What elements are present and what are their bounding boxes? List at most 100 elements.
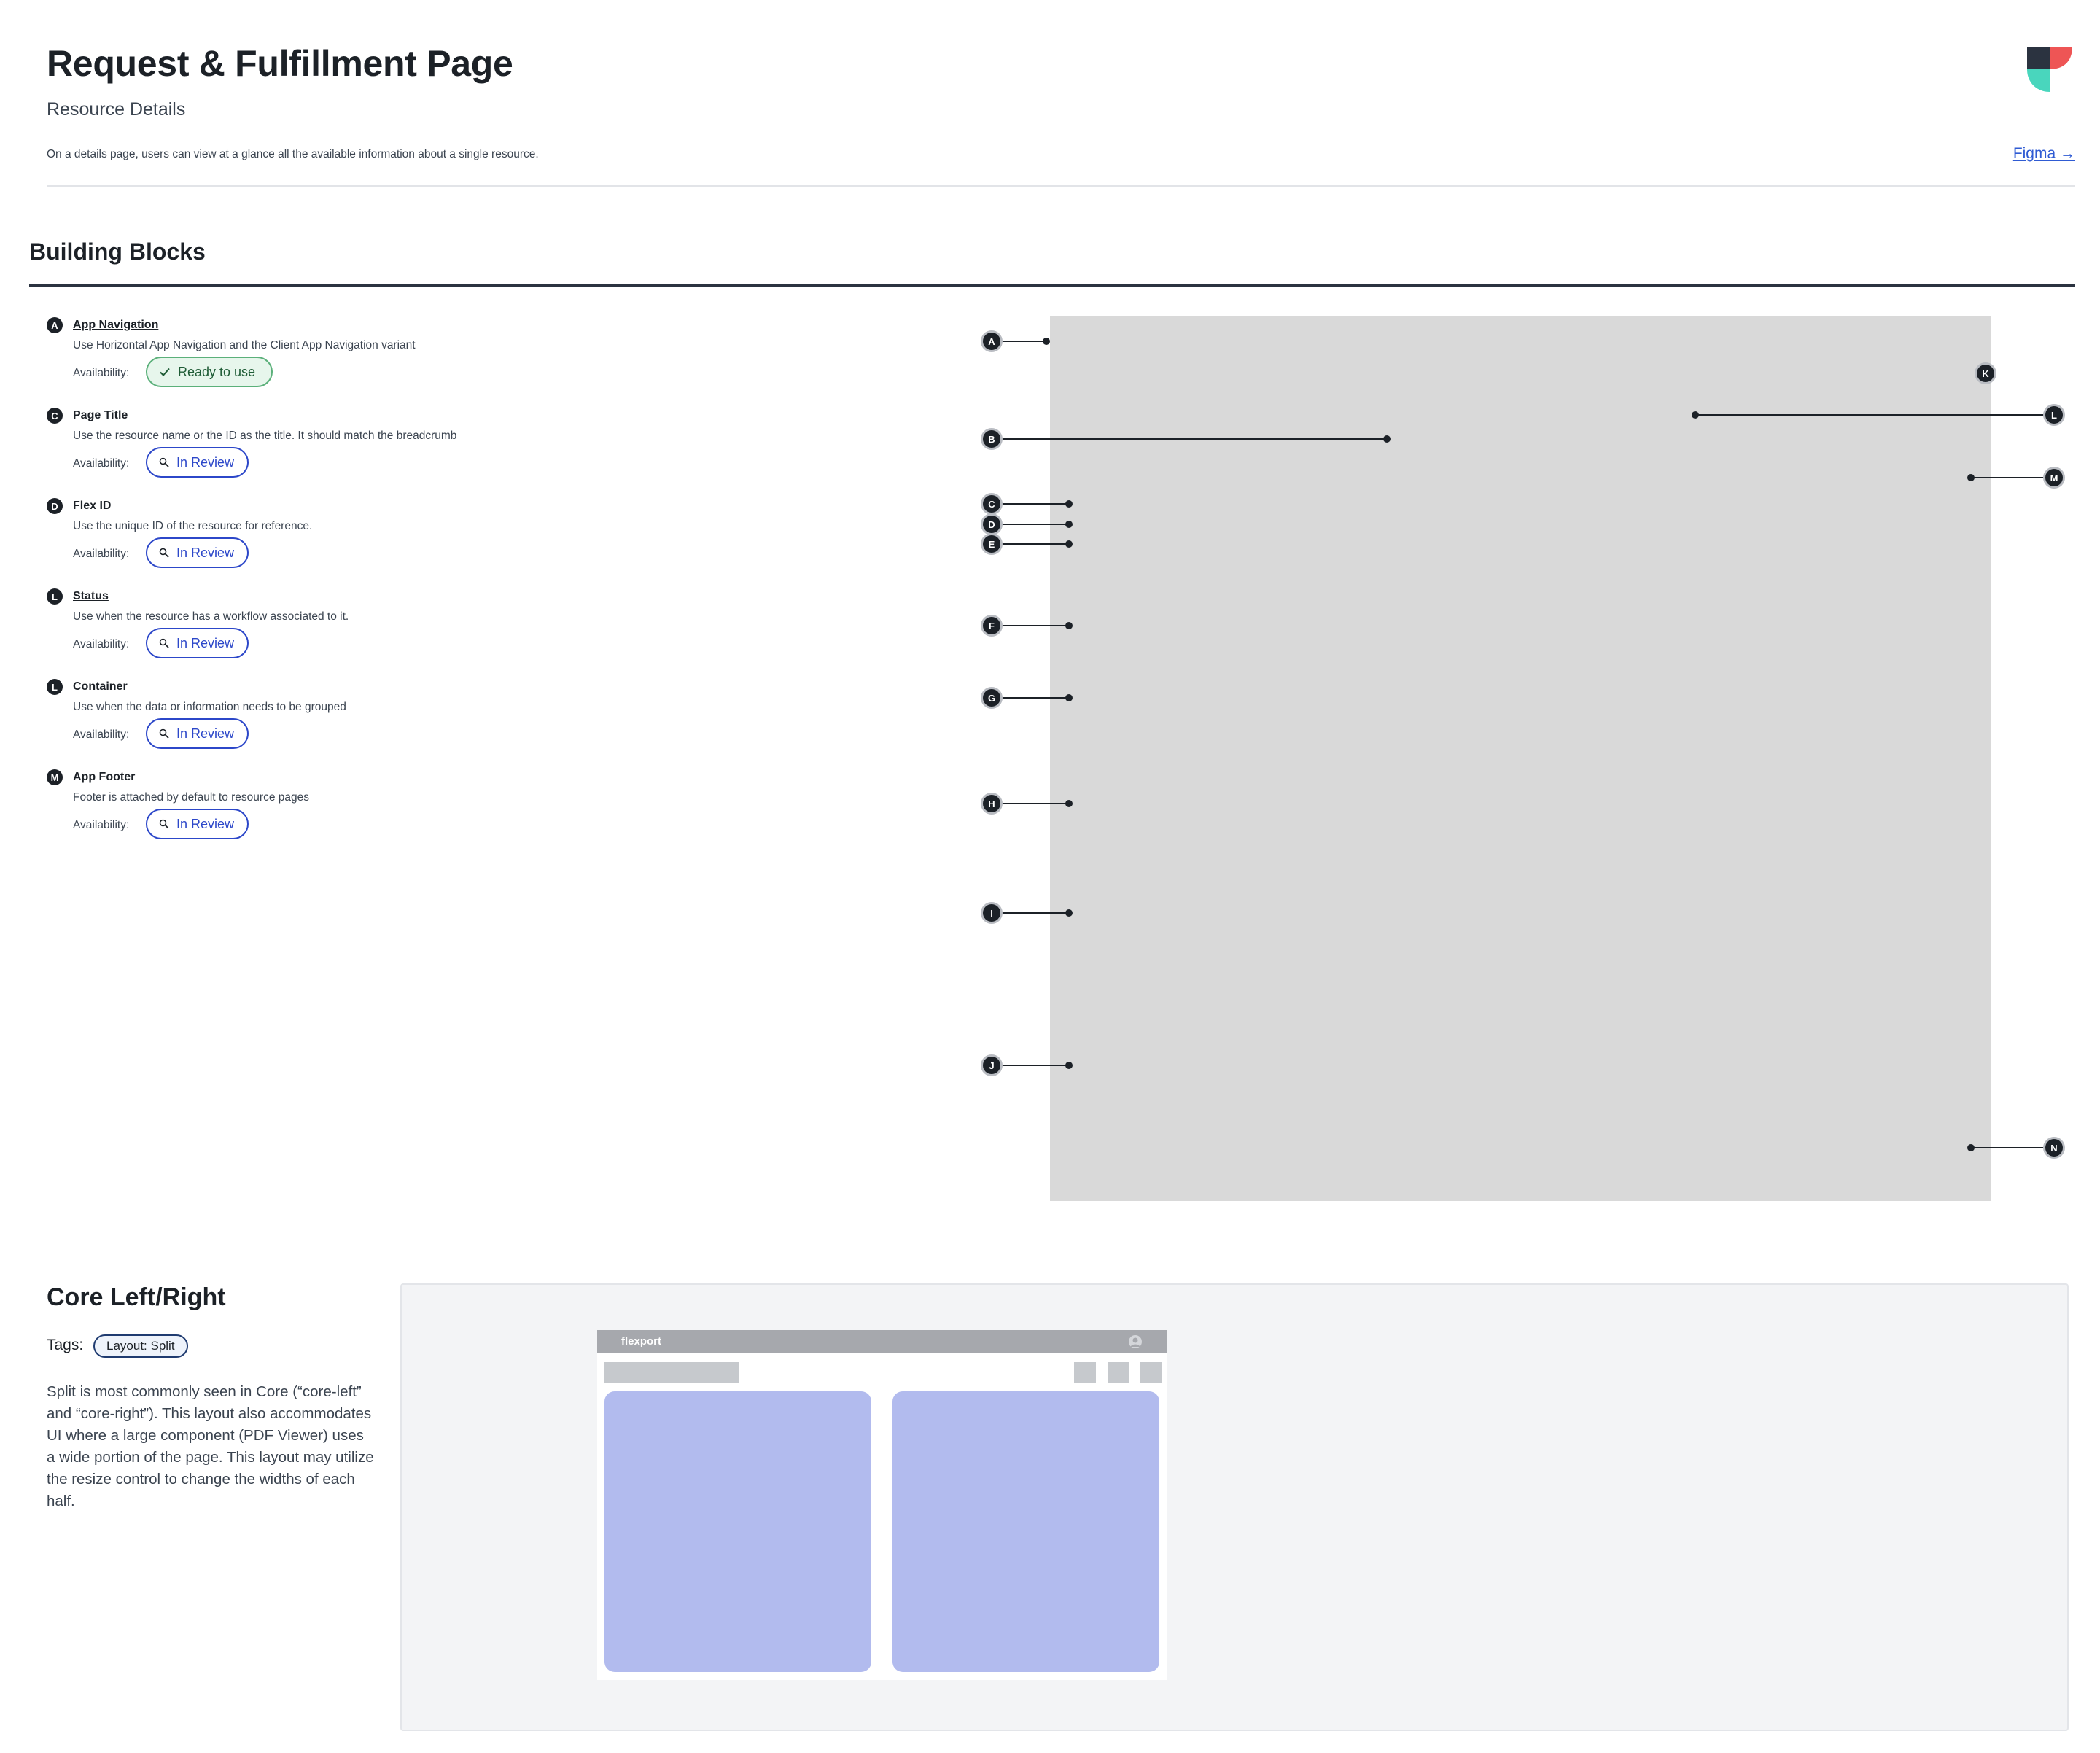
tags-label: Tags: <box>47 1337 84 1353</box>
mock-core-left-panel <box>604 1391 871 1672</box>
block-description: Use the unique ID of the resource for re… <box>73 520 313 532</box>
block-description: Use when the resource has a workflow ass… <box>73 610 349 623</box>
block-badge: A <box>47 317 63 333</box>
layout-diagram-canvas <box>1050 316 1991 1201</box>
block-name: Page Title <box>73 409 128 421</box>
callout-leader <box>1000 912 1069 914</box>
callout-leader <box>1695 414 2045 416</box>
callout-j: J <box>983 1057 1000 1074</box>
callout-m: M <box>2045 469 2063 486</box>
status-pill-in-review[interactable]: In Review <box>146 718 249 749</box>
search-icon <box>159 728 169 739</box>
availability-label: Availability: <box>73 457 130 470</box>
status-label: Ready to use <box>178 364 256 379</box>
status-label: In Review <box>176 726 235 741</box>
tag-pill[interactable]: Layout: Split <box>93 1334 188 1358</box>
callout-g: G <box>983 689 1000 707</box>
header-divider <box>47 185 2075 187</box>
mock-page-title <box>604 1362 739 1383</box>
core-title: Core Left/Right <box>47 1283 226 1311</box>
callout-leader <box>1000 524 1069 525</box>
availability-label: Availability: <box>73 819 130 831</box>
callout-k: K <box>1977 365 1994 382</box>
callout-anchor <box>1065 540 1073 548</box>
callout-e: E <box>983 535 1000 553</box>
callout-anchor <box>1967 1144 1975 1151</box>
building-blocks-title: Building Blocks <box>29 238 206 265</box>
block-name: Container <box>73 680 128 693</box>
callout-anchor <box>1065 622 1073 629</box>
callout-leader <box>1971 477 2045 478</box>
status-pill-in-review[interactable]: In Review <box>146 447 249 478</box>
mock-avatar-icon <box>1128 1334 1143 1349</box>
status-label: In Review <box>176 816 235 831</box>
callout-leader <box>1000 503 1069 505</box>
callout-anchor <box>1065 694 1073 701</box>
mock-app-navigation: flexport <box>597 1330 1167 1353</box>
callout-anchor <box>1065 521 1073 528</box>
block-badge: L <box>47 588 63 605</box>
callout-anchor <box>1043 338 1050 345</box>
mock-action-button <box>1108 1362 1129 1383</box>
building-blocks-divider <box>29 284 2075 287</box>
availability-label: Availability: <box>73 367 130 379</box>
callout-leader <box>1000 1065 1069 1066</box>
mock-action-button <box>1140 1362 1162 1383</box>
availability-label: Availability: <box>73 548 130 560</box>
block-description: Use the resource name or the ID as the t… <box>73 429 457 442</box>
callout-leader <box>1000 438 1387 440</box>
callout-leader <box>1000 625 1069 626</box>
block-name[interactable]: App Navigation <box>73 319 158 332</box>
callout-anchor <box>1065 909 1073 917</box>
block-name[interactable]: Status <box>73 590 109 603</box>
callout-n: N <box>2045 1139 2063 1157</box>
search-icon <box>159 548 169 558</box>
callout-leader <box>1000 543 1069 545</box>
search-icon <box>159 819 169 829</box>
status-label: In Review <box>176 545 235 560</box>
block-description: Use when the data or information needs t… <box>73 701 346 713</box>
block-badge: L <box>47 679 63 695</box>
block-description: Use Horizontal App Navigation and the Cl… <box>73 339 416 351</box>
status-label: In Review <box>176 635 235 650</box>
callout-leader <box>1000 697 1069 699</box>
callout-f: F <box>983 617 1000 634</box>
block-description: Footer is attached by default to resourc… <box>73 791 309 804</box>
callout-anchor <box>1692 411 1699 419</box>
mock-core-right-panel <box>892 1391 1159 1672</box>
status-pill-ready[interactable]: Ready to use <box>146 357 273 387</box>
status-label: In Review <box>176 454 235 470</box>
callout-a: A <box>983 333 1000 350</box>
callout-anchor <box>1065 800 1073 807</box>
block-badge: C <box>47 408 63 424</box>
page-subtitle: Resource Details <box>47 99 186 120</box>
page-description: On a details page, users can view at a g… <box>47 148 539 160</box>
callout-anchor <box>1383 435 1391 443</box>
search-icon <box>159 638 169 648</box>
check-icon <box>159 366 171 378</box>
block-badge: M <box>47 769 63 785</box>
brand-logo <box>2027 47 2072 92</box>
callout-c: C <box>983 495 1000 513</box>
callout-l: L <box>2045 406 2063 424</box>
callout-leader <box>1000 341 1046 342</box>
status-pill-in-review[interactable]: In Review <box>146 537 249 568</box>
callout-i: I <box>983 904 1000 922</box>
callout-anchor <box>1065 1062 1073 1069</box>
mock-brand-logo: flexport <box>621 1335 662 1348</box>
status-pill-in-review[interactable]: In Review <box>146 809 249 839</box>
block-name: App Footer <box>73 771 136 783</box>
figma-link[interactable]: Figma → <box>2013 145 2075 163</box>
search-icon <box>159 457 169 467</box>
split-layout-mockup: flexport <box>597 1330 1167 1680</box>
callout-d: D <box>983 516 1000 533</box>
block-name: Flex ID <box>73 500 112 512</box>
core-description: Split is most commonly seen in Core (“co… <box>47 1383 374 1509</box>
callout-leader <box>1971 1147 2045 1148</box>
availability-label: Availability: <box>73 638 130 650</box>
callout-anchor <box>1967 474 1975 481</box>
status-pill-in-review[interactable]: In Review <box>146 628 249 658</box>
mock-action-button <box>1074 1362 1096 1383</box>
block-badge: D <box>47 498 63 514</box>
callout-b: B <box>983 430 1000 448</box>
